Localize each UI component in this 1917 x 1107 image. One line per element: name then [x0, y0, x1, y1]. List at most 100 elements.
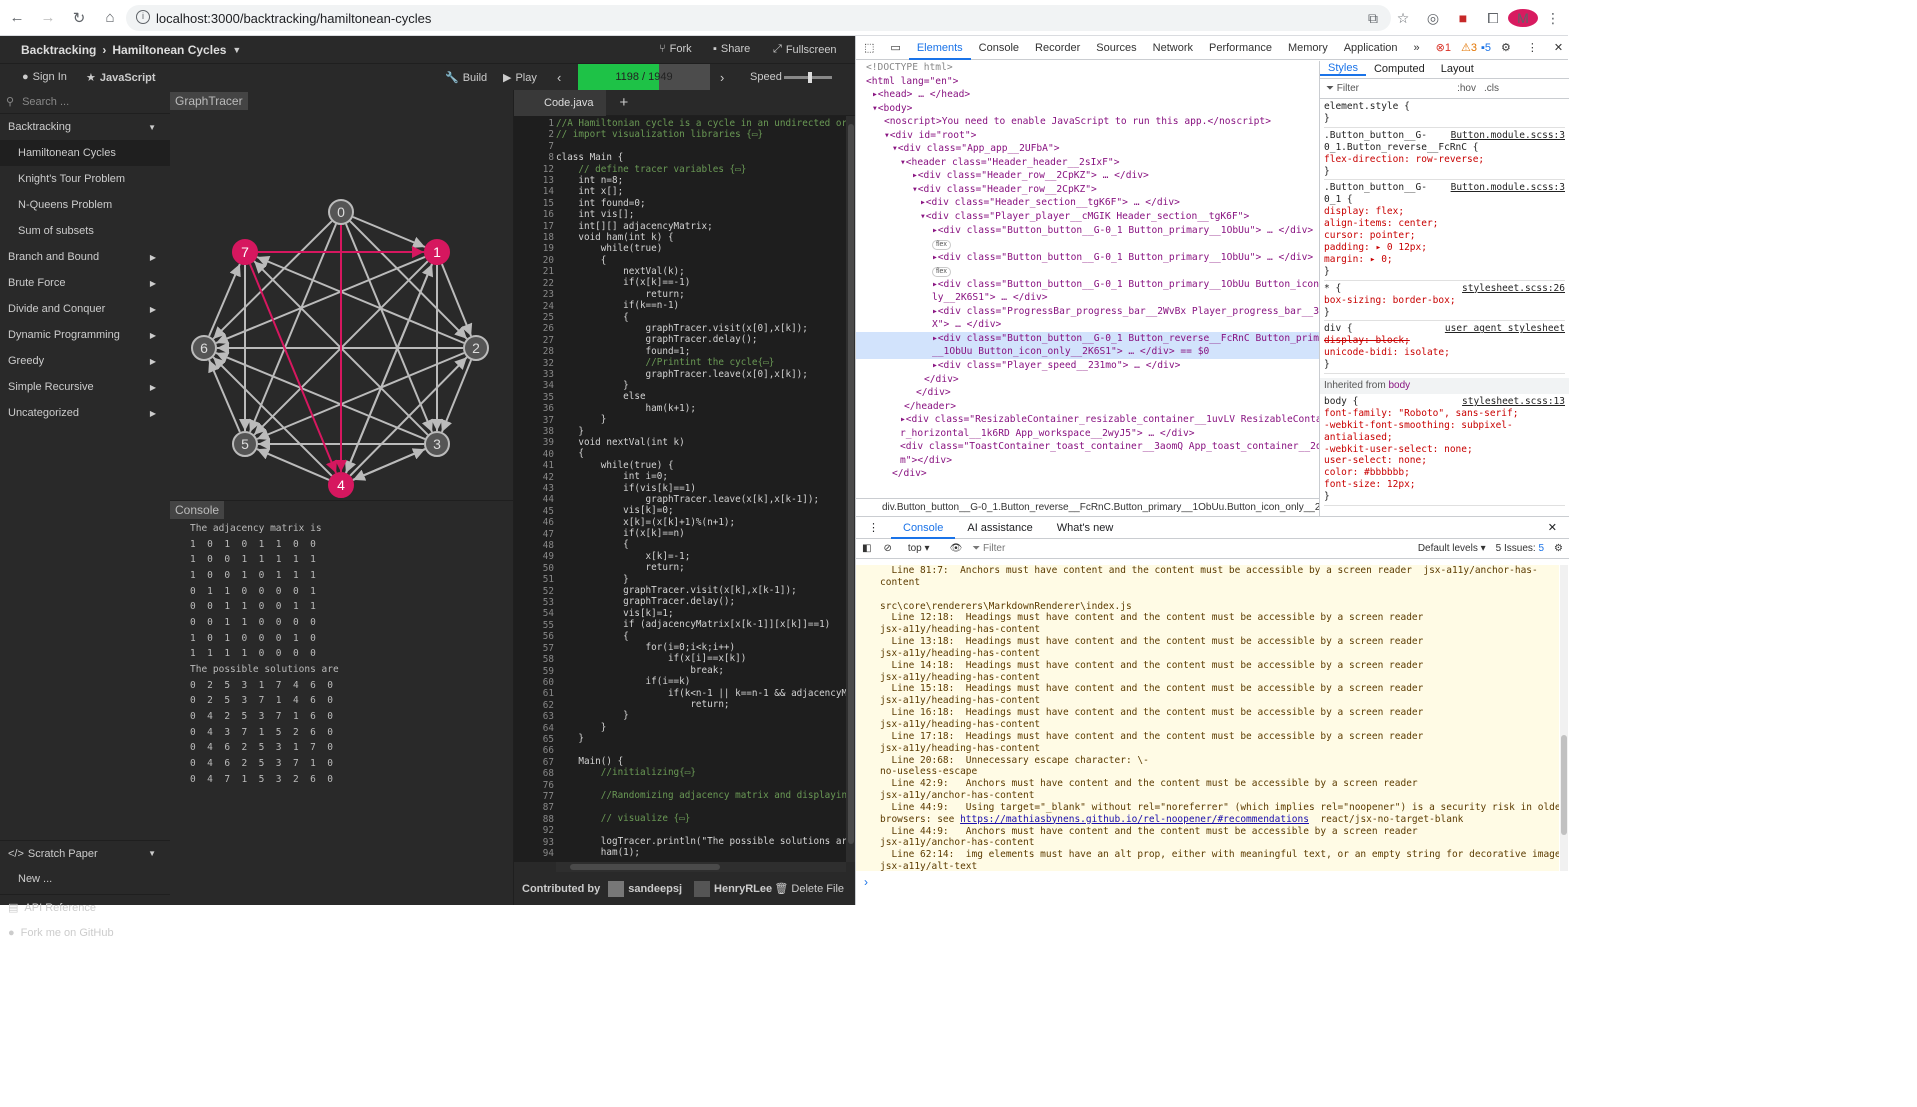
dom-node[interactable]: <noscript>You need to enable JavaScript … — [856, 115, 1319, 129]
devtools-tab[interactable]: Sources — [1088, 36, 1144, 60]
style-rule-line[interactable]: -webkit-user-select: none; — [1324, 444, 1565, 456]
reload-icon[interactable]: ↻ — [65, 4, 93, 32]
style-rule-line[interactable]: } — [1324, 359, 1565, 371]
dom-node[interactable]: </div> — [856, 386, 1319, 400]
address-bar[interactable]: i localhost:3000/backtracking/hamiltonea… — [126, 5, 1391, 31]
fork-button[interactable]: ⑂ Fork — [659, 43, 692, 55]
code-line[interactable]: vis[k]=1; — [556, 608, 846, 619]
dom-node[interactable]: </header> — [856, 400, 1319, 414]
code-line[interactable] — [556, 779, 846, 790]
delete-file-button[interactable]: 🗑 Delete File — [774, 882, 844, 895]
dom-node[interactable]: flex — [856, 237, 1319, 251]
styles-subtab[interactable]: Layout — [1433, 63, 1482, 76]
dom-node[interactable]: ▾<header class="Header_header__2sIxF"> — [856, 156, 1319, 170]
code-line[interactable]: int found=0; — [556, 198, 846, 209]
install-app-icon[interactable]: ⧉ — [1358, 10, 1388, 27]
style-rule-line[interactable]: div {user agent stylesheet — [1324, 323, 1565, 335]
dom-node[interactable]: X"> … </div> — [856, 318, 1319, 332]
sidebar-category[interactable]: Branch and Bound ▶ — [0, 244, 170, 270]
style-rule-line[interactable]: } — [1324, 307, 1565, 319]
contributor-link[interactable]: HenryRLee — [714, 883, 772, 895]
style-rule-line[interactable]: element.style { — [1324, 101, 1565, 113]
new-scratch-button[interactable]: New ... — [0, 866, 170, 892]
style-rule-line[interactable]: color: #bbbbbb; — [1324, 467, 1565, 479]
sidebar-category[interactable]: Uncategorized ▶ — [0, 400, 170, 426]
language-button[interactable]: ★ JavaScript — [86, 71, 156, 85]
fullscreen-button[interactable]: ⤢ Fullscreen — [773, 43, 837, 56]
drawer-tab[interactable]: Console — [891, 517, 956, 539]
device-toolbar-icon[interactable]: ▭ — [882, 36, 908, 60]
style-rule-line[interactable]: .Button_button__G- Button.module.scss:3 — [1324, 182, 1565, 194]
sidebar-category[interactable]: Dynamic Programming ▶ — [0, 322, 170, 348]
style-rule-line[interactable]: antialiased; — [1324, 432, 1565, 444]
console-prompt[interactable]: › — [864, 875, 868, 889]
code-line[interactable]: while(true) { — [556, 460, 846, 471]
style-rule-line[interactable]: 0_1 { — [1324, 194, 1565, 206]
profile-avatar[interactable]: M — [1508, 9, 1538, 27]
dom-node[interactable]: ▸<div class="Button_button__G-0_1 Button… — [856, 251, 1319, 265]
style-rule-line[interactable]: font-family: "Roboto", sans-serif; — [1324, 408, 1565, 420]
browser-menu-icon[interactable]: ⋮ — [1538, 10, 1568, 27]
code-line[interactable]: { — [556, 312, 846, 323]
style-rule-line[interactable]: } — [1324, 113, 1565, 125]
code-line[interactable] — [556, 801, 846, 812]
bookmark-star-icon[interactable]: ☆ — [1388, 10, 1418, 27]
code-line[interactable]: if(x[k]==-1) — [556, 277, 846, 288]
code-line[interactable]: graphTracer.leave(x[k],x[k-1]); — [556, 494, 846, 505]
code-line[interactable]: } — [556, 426, 846, 437]
style-rule-line[interactable]: } — [1324, 266, 1565, 278]
drawer-menu-icon[interactable]: ⋮ — [856, 521, 891, 534]
dom-node[interactable]: </div> — [856, 467, 1319, 481]
code-line[interactable]: void ham(int k) { — [556, 232, 846, 243]
style-rule-line[interactable]: display: block; — [1324, 335, 1565, 347]
sidebar-item[interactable]: Sum of subsets — [0, 218, 170, 244]
dom-node[interactable]: ▸<div class="Button_button__G-0_1 Button… — [856, 224, 1319, 238]
style-rule-line[interactable]: unicode-bidi: isolate; — [1324, 347, 1565, 359]
drawer-tab[interactable]: AI assistance — [955, 522, 1044, 534]
code-line[interactable]: { — [556, 631, 846, 642]
code-line[interactable]: int i=0; — [556, 471, 846, 482]
context-selector[interactable]: top ▾ — [908, 543, 930, 554]
sidebar-category[interactable]: Greedy ▶ — [0, 348, 170, 374]
code-line[interactable]: int vis[]; — [556, 209, 846, 220]
code-line[interactable]: return; — [556, 699, 846, 710]
dom-node[interactable]: flex — [856, 264, 1319, 278]
code-line[interactable]: return; — [556, 289, 846, 300]
code-line[interactable]: //A Hamiltonian cycle is a cycle in an u… — [556, 118, 846, 129]
close-drawer-icon[interactable]: ✕ — [1536, 521, 1569, 534]
code-line[interactable]: vis[k]=0; — [556, 505, 846, 516]
devtools-tab[interactable]: Memory — [1280, 36, 1336, 60]
console-tab[interactable]: Console — [170, 501, 225, 519]
sidebar-item[interactable]: Knight's Tour Problem — [0, 166, 170, 192]
code-line[interactable]: graphTracer.delay(); — [556, 334, 846, 345]
live-expression-icon[interactable]: 👁 — [950, 543, 963, 554]
dom-node[interactable]: ▾<div class="Header_row__2CpKZ"> — [856, 183, 1319, 197]
dom-node[interactable]: <html lang="en"> — [856, 75, 1319, 89]
dom-node[interactable]: <div class="ToastContainer_toast_contain… — [856, 440, 1319, 454]
style-rule-line[interactable]: margin: ▸ 0; — [1324, 254, 1565, 266]
sign-in-button[interactable]: ● Sign In — [22, 71, 67, 83]
style-rule-line[interactable]: .Button_button__G- Button.module.scss:3 — [1324, 130, 1565, 142]
speed-slider[interactable] — [784, 72, 832, 83]
extension-red-icon[interactable]: ■ — [1448, 10, 1478, 26]
breadcrumb-algorithm[interactable]: Hamiltonean Cycles — [112, 43, 226, 57]
dom-node[interactable]: ▸<div class="Player_speed__231mo"> … </d… — [856, 359, 1319, 373]
devtools-tab[interactable]: Recorder — [1027, 36, 1088, 60]
code-line[interactable]: if(x[i]==x[k]) — [556, 653, 846, 664]
code-line[interactable]: if(i==k) — [556, 676, 846, 687]
style-rule-line[interactable]: 0_1.Button_reverse__FcRnC { — [1324, 142, 1565, 154]
code-line[interactable]: if(x[k]==n) — [556, 528, 846, 539]
code-line[interactable]: return; — [556, 562, 846, 573]
editor-horizontal-scrollbar[interactable] — [556, 862, 846, 872]
info-count[interactable]: ▪5 — [1479, 36, 1493, 60]
dom-node[interactable]: ▾<div class="App_app__2UFbA"> — [856, 142, 1319, 156]
code-line[interactable]: Main() { — [556, 756, 846, 767]
clear-console-icon[interactable]: ⊘ — [883, 543, 891, 554]
code-line[interactable]: if(k<n-1 || k==n-1 && adjacencyMat — [556, 688, 846, 699]
code-line[interactable]: else — [556, 391, 846, 402]
code-line[interactable]: break; — [556, 665, 846, 676]
dom-node[interactable]: ▸<div class="Header_section__tgK6F"> … <… — [856, 196, 1319, 210]
code-line[interactable]: void nextVal(int k) — [556, 437, 846, 448]
style-rule-line[interactable]: } — [1324, 491, 1565, 503]
code-line[interactable] — [556, 824, 846, 835]
